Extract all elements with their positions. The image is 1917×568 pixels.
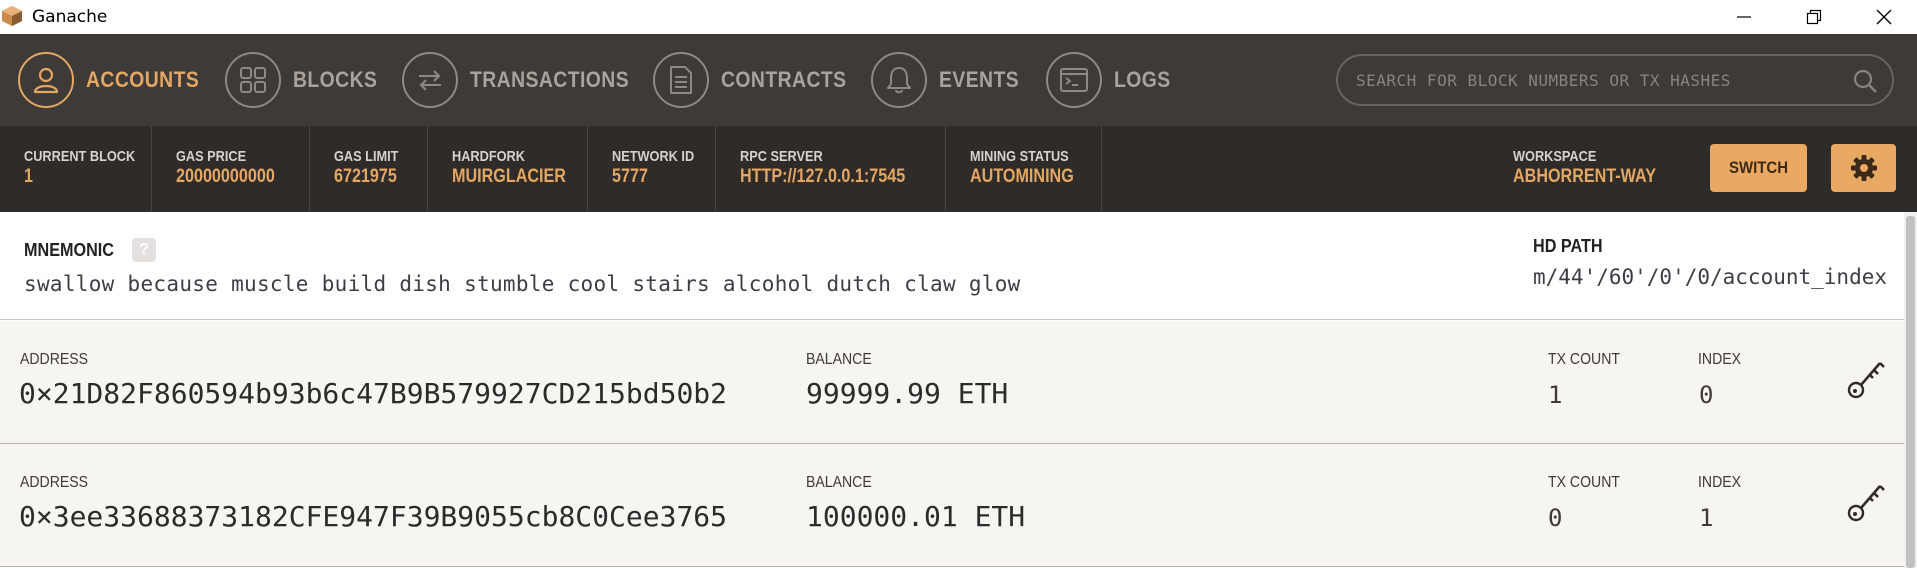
nav-transactions[interactable]: TRANSACTIONS: [402, 52, 651, 108]
mnemonic-panel: MNEMONIC ? swallow because muscle build …: [0, 212, 1917, 320]
minimize-icon: [1737, 16, 1751, 18]
bell-icon: [887, 67, 911, 94]
stat-value: AUTOMINING: [970, 166, 1074, 187]
stat-value: MUIRGLACIER: [452, 166, 566, 187]
hd-path-value: m/44'/60'/0'/0/account_index: [1533, 265, 1888, 289]
minimize-button[interactable]: [1709, 0, 1779, 34]
stat-current-block: CURRENT BLOCK 1: [0, 126, 152, 212]
help-icon[interactable]: ?: [132, 238, 156, 262]
search-input[interactable]: SEARCH FOR BLOCK NUMBERS OR TX HASHES: [1336, 54, 1894, 106]
stat-value: 1: [24, 166, 33, 187]
arrows-icon: [419, 70, 441, 91]
title-bar: Ganache: [0, 0, 1917, 34]
close-icon: [1876, 9, 1892, 25]
key-icon[interactable]: [1846, 482, 1886, 524]
window-title: Ganache: [32, 7, 108, 27]
balance-label: BALANCE: [806, 474, 872, 491]
nav-blocks[interactable]: BLOCKS: [225, 52, 389, 108]
tx-count-value: 0: [1548, 504, 1563, 532]
stat-value: 6721975: [334, 166, 397, 187]
account-row[interactable]: ADDRESS 0×21D82F860594b93b6c47B9B579927C…: [0, 321, 1904, 444]
address-value: 0×21D82F860594b93b6c47B9B579927CD215bd50…: [19, 377, 728, 410]
nav-events[interactable]: EVENTS: [871, 52, 1030, 108]
mnemonic-label: MNEMONIC: [24, 240, 114, 260]
address-label: ADDRESS: [20, 474, 89, 491]
stat-mining-status: MINING STATUS AUTOMINING: [946, 126, 1102, 212]
stat-rpc-server: RPC SERVER HTTP://127.0.0.1:7545: [716, 126, 946, 212]
restore-icon: [1806, 9, 1822, 25]
stat-label: HARDFORK: [452, 148, 525, 165]
stat-gas-price: GAS PRICE 20000000000: [152, 126, 310, 212]
stat-label: GAS LIMIT: [334, 148, 399, 165]
nav-logs-label: LOGS: [1114, 67, 1171, 92]
stat-value: HTTP://127.0.0.1:7545: [740, 166, 906, 187]
person-icon: [33, 67, 59, 94]
scrollbar-thumb[interactable]: [1906, 216, 1915, 568]
gear-icon: [1850, 155, 1877, 181]
workspace-label: WORKSPACE: [1513, 148, 1597, 165]
balance-value: 99999.99 ETH: [806, 377, 1009, 410]
mnemonic-phrase: swallow because muscle build dish stumbl…: [24, 272, 1021, 296]
stat-hardfork: HARDFORK MUIRGLACIER: [428, 126, 588, 212]
stat-network-id: NETWORK ID 5777: [588, 126, 716, 212]
index-label: INDEX: [1698, 351, 1742, 368]
switch-button-label: SWITCH: [1728, 158, 1788, 177]
ganache-logo-icon: [2, 6, 22, 26]
nav-events-label: EVENTS: [939, 67, 1020, 92]
stat-value: 20000000000: [176, 166, 275, 187]
address-value: 0×3ee33688373182CFE947F39B9055cb8C0Cee37…: [19, 500, 728, 533]
terminal-icon: [1060, 68, 1088, 92]
stat-label: NETWORK ID: [612, 148, 695, 165]
stat-label: RPC SERVER: [740, 148, 823, 165]
settings-button[interactable]: [1831, 144, 1896, 192]
stat-label: CURRENT BLOCK: [24, 148, 136, 165]
restore-button[interactable]: [1779, 0, 1849, 34]
tx-count-label: TX COUNT: [1548, 351, 1620, 368]
switch-button[interactable]: SWITCH: [1710, 144, 1807, 192]
stat-gas-limit: GAS LIMIT 6721975: [310, 126, 428, 212]
tx-count-label: TX COUNT: [1548, 474, 1620, 491]
stat-label: MINING STATUS: [970, 148, 1069, 165]
nav-contracts[interactable]: CONTRACTS: [653, 52, 864, 108]
address-label: ADDRESS: [20, 351, 89, 368]
hd-path-label: HD PATH: [1533, 236, 1603, 256]
balance-label: BALANCE: [806, 351, 872, 368]
index-value: 0: [1699, 381, 1714, 409]
nav-contracts-label: CONTRACTS: [721, 67, 847, 92]
nav-logs[interactable]: LOGS: [1046, 52, 1178, 108]
stat-value: 5777: [612, 166, 648, 187]
index-label: INDEX: [1698, 474, 1742, 491]
workspace-value: ABHORRENT-WAY: [1513, 166, 1656, 187]
balance-value: 100000.01 ETH: [806, 500, 1026, 533]
index-value: 1: [1699, 504, 1714, 532]
status-bar: CURRENT BLOCK 1 GAS PRICE 20000000000 GA…: [0, 126, 1917, 212]
search-icon[interactable]: [1852, 68, 1878, 94]
nav-accounts[interactable]: ACCOUNTS: [18, 52, 215, 108]
main-nav: ACCOUNTS BLOCKS TRANSACTIONS CONTRACTS E…: [0, 34, 1917, 126]
nav-transactions-label: TRANSACTIONS: [470, 67, 630, 92]
search-placeholder: SEARCH FOR BLOCK NUMBERS OR TX HASHES: [1356, 71, 1731, 90]
close-button[interactable]: [1849, 0, 1917, 34]
tx-count-value: 1: [1548, 381, 1563, 409]
stat-label: GAS PRICE: [176, 148, 247, 165]
grid-icon: [240, 67, 266, 93]
account-row[interactable]: ADDRESS 0×3ee33688373182CFE947F39B9055cb…: [0, 444, 1904, 567]
document-icon: [670, 66, 692, 94]
key-icon[interactable]: [1846, 359, 1886, 401]
nav-accounts-label: ACCOUNTS: [86, 67, 200, 92]
nav-blocks-label: BLOCKS: [293, 67, 378, 92]
